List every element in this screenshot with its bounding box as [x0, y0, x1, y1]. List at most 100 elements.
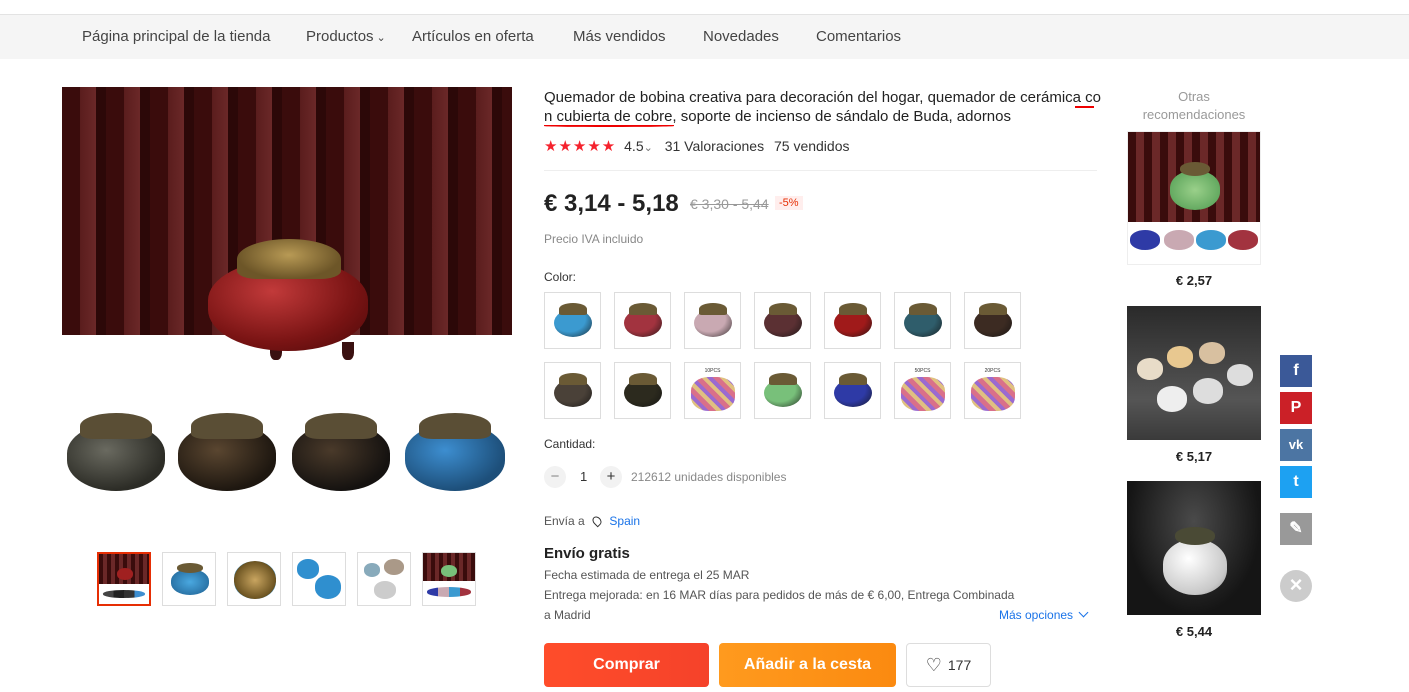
thumbnail-4[interactable]	[292, 552, 346, 606]
twitter-share-icon[interactable]: t	[1280, 466, 1312, 498]
improved-delivery-line-1: Entrega mejorada: en 16 MAR días para pe…	[544, 588, 1015, 602]
nav-new-arrivals[interactable]: Novedades	[703, 28, 779, 45]
pot-leg	[342, 342, 354, 360]
thumbnail-pot	[297, 559, 319, 579]
thumbnail-pots-row	[103, 590, 145, 598]
vk-share-icon[interactable]: vk	[1280, 429, 1312, 461]
thumbnail-pot	[117, 568, 133, 580]
discount-badge: -5%	[775, 196, 803, 210]
nav-products-label: Productos	[306, 28, 374, 45]
color-swatch-9[interactable]	[614, 362, 671, 419]
recommendation-card-2[interactable]	[1127, 306, 1261, 440]
edit-icon[interactable]: ✎	[1280, 513, 1312, 545]
recommendation-price-1: € 2,57	[1175, 273, 1213, 288]
facebook-share-icon[interactable]: f	[1280, 355, 1312, 387]
swatch-pack-label: 20PCS	[984, 368, 1001, 374]
spellcheck-underline	[1075, 106, 1094, 108]
color-swatch-12[interactable]	[824, 362, 881, 419]
color-swatch-1[interactable]	[544, 292, 601, 349]
thumbnail-pot	[441, 565, 457, 577]
rec-pot	[1157, 386, 1187, 412]
rec-pot	[1193, 378, 1223, 404]
incense-cones	[901, 377, 945, 411]
rec-pot	[1130, 230, 1160, 250]
color-swatch-6[interactable]	[894, 292, 951, 349]
swatch-lid	[699, 303, 727, 315]
color-swatch-13[interactable]: 50PCS	[894, 362, 951, 419]
swatch-lid	[839, 303, 867, 315]
rec-pot-white	[1163, 539, 1227, 595]
recommendation-price-3: € 5,44	[1175, 624, 1213, 639]
ships-to-country[interactable]: Spain	[609, 514, 640, 528]
thumbnail-lid	[177, 563, 203, 573]
chevron-down-icon: ⌄	[376, 32, 386, 44]
nav-store-home[interactable]: Página principal de la tienda	[82, 28, 270, 45]
rec-pot	[1196, 230, 1226, 250]
color-swatch-14[interactable]: 20PCS	[964, 362, 1021, 419]
color-swatch-4[interactable]	[754, 292, 811, 349]
rec-pot	[1164, 230, 1194, 250]
color-swatch-8[interactable]	[544, 362, 601, 419]
swatch-lid	[839, 373, 867, 385]
product-title-line-2: n cubierta de cobre, soporte de incienso…	[544, 108, 1011, 125]
swatch-lid	[909, 303, 937, 315]
color-swatch-11[interactable]	[754, 362, 811, 419]
swatch-lid	[979, 303, 1007, 315]
thumbnail-1[interactable]	[97, 552, 151, 606]
quantity-label: Cantidad:	[544, 437, 596, 451]
nav-sale-items[interactable]: Artículos en oferta	[412, 28, 534, 45]
rec-pot	[1227, 364, 1253, 386]
decrease-quantity-button[interactable]: −	[544, 466, 566, 488]
color-swatch-10[interactable]: 10PCS	[684, 362, 741, 419]
swatch-lid	[629, 373, 657, 385]
incense-cones	[691, 377, 735, 411]
quantity-value[interactable]: 1	[580, 469, 587, 484]
pinterest-share-icon[interactable]: P	[1280, 392, 1312, 424]
gallery-lid	[191, 413, 263, 439]
rec-pot	[1199, 342, 1225, 364]
color-swatch-5[interactable]	[824, 292, 881, 349]
color-swatch-7[interactable]	[964, 292, 1021, 349]
product-title: Quemador de bobina creativa para decorac…	[544, 88, 1102, 126]
gallery-lid	[80, 413, 152, 439]
wishlist-button[interactable]: ♡ 177	[906, 643, 991, 687]
thumbnail-pot	[315, 575, 341, 599]
thumbnail-pot	[364, 563, 380, 577]
recommendation-price-2: € 5,17	[1175, 449, 1213, 464]
swatch-lid	[629, 303, 657, 315]
nav-reviews[interactable]: Comentarios	[816, 28, 901, 45]
thumbnail-pot-top	[234, 561, 276, 599]
ships-to-label: Envía a	[544, 514, 585, 528]
thumbnail-5[interactable]	[357, 552, 411, 606]
rating-value[interactable]: 4.5	[624, 138, 643, 154]
nav-best-sellers[interactable]: Más vendidos	[573, 28, 666, 45]
recommendation-card-1[interactable]	[1127, 131, 1261, 265]
buy-now-button[interactable]: Comprar	[544, 643, 709, 687]
rec-pot-lid	[1180, 162, 1210, 176]
thumbnail-pots-row	[427, 587, 471, 597]
close-icon[interactable]: ×	[1280, 570, 1312, 602]
product-title-line-1: Quemador de bobina creativa para decorac…	[544, 89, 1102, 106]
thumbnail-2[interactable]	[162, 552, 216, 606]
improved-delivery-line-2: a Madrid	[544, 608, 591, 622]
increase-quantity-button[interactable]: +	[600, 466, 622, 488]
rec-pot	[1228, 230, 1258, 250]
recommendation-card-3[interactable]	[1127, 481, 1261, 615]
add-to-cart-button[interactable]: Añadir a la cesta	[719, 643, 896, 687]
main-product-image[interactable]	[62, 87, 512, 387]
more-options-link[interactable]: Más opciones	[999, 607, 1089, 622]
thumbnail-6[interactable]	[422, 552, 476, 606]
heart-icon: ♡	[925, 655, 942, 675]
rec-pot-lid	[1175, 527, 1215, 545]
swatch-lid	[769, 373, 797, 385]
reviews-count[interactable]: 31 Valoraciones	[665, 138, 764, 154]
color-swatch-3[interactable]	[684, 292, 741, 349]
divider	[544, 170, 1097, 171]
swatch-lid	[769, 303, 797, 315]
thumbnail-3[interactable]	[227, 552, 281, 606]
color-swatch-2[interactable]	[614, 292, 671, 349]
thumbnail-pot	[384, 559, 404, 575]
nav-products[interactable]: Productos ⌄	[306, 28, 386, 45]
recommendations-heading: Otras recomendaciones	[1142, 89, 1246, 122]
chevron-down-icon	[1078, 607, 1089, 618]
